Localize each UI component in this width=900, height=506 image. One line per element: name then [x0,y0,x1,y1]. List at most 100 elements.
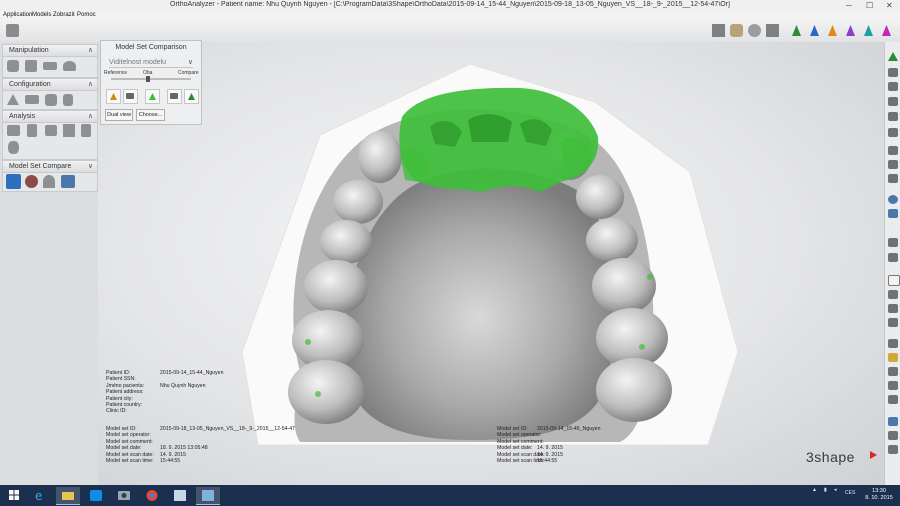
collapse-icon[interactable]: ∧ [88,79,93,90]
view-front-icon[interactable] [888,97,898,106]
model-set-comparison-panel: Model Set Comparison Viditelnost modelu … [100,40,202,125]
model-cone-icon[interactable] [888,52,898,61]
image-viewer-icon[interactable] [168,487,192,504]
lasso-tool-icon[interactable] [888,445,898,454]
transparency-icon[interactable] [888,304,898,313]
section-header[interactable]: Model Set Compare ∨ [3,161,97,173]
layer-active-icon[interactable] [888,353,898,362]
windows-start-icon[interactable] [2,487,26,504]
tool-branch-icon[interactable] [7,94,19,105]
maximize-button[interactable]: ☐ [866,0,873,11]
view-top-icon[interactable] [888,68,898,77]
tool-ruler-icon[interactable] [27,124,37,137]
visibility-slider[interactable] [111,78,191,80]
tool-jaw-icon[interactable] [45,94,57,106]
wireframe-icon[interactable] [888,275,900,286]
blue-cone-icon[interactable] [808,24,821,37]
internet-explorer-icon[interactable]: e [28,487,52,504]
compare-model-button[interactable] [184,89,199,104]
tool-occlusion-icon[interactable] [8,141,19,154]
close-button[interactable]: ✕ [886,0,893,11]
lower-jaw-icon[interactable] [888,253,898,262]
visibility-slider-handle[interactable] [146,76,150,82]
orange-cone-icon[interactable] [826,24,839,37]
section-header[interactable]: Configuration ∧ [3,79,97,91]
compare-arch-icon[interactable] [43,175,55,188]
collapse-icon[interactable]: ∧ [88,45,93,56]
info-row: Model set scan time: 15:44:55 [497,457,558,464]
tool-bird-icon[interactable] [63,61,76,71]
view-bottom-icon[interactable] [888,82,898,91]
camera-app-icon[interactable] [112,487,136,504]
menu-application[interactable]: Application [3,12,32,18]
copy-icon[interactable] [888,367,898,376]
rotate-view-icon[interactable] [748,24,761,37]
tool-arrow-icon[interactable] [43,62,57,70]
section-header[interactable]: Manipulation ∧ [3,45,97,57]
model-visibility-select[interactable]: Viditelnost modelu ∨ [109,58,193,68]
chrome-icon[interactable] [140,487,164,504]
tool-angle-icon[interactable] [45,125,57,136]
reference-camera-button[interactable] [123,89,138,104]
jaw-view-icon[interactable] [730,24,743,37]
select-tool-icon[interactable] [888,417,898,426]
tool-tooth-icon[interactable] [7,60,19,72]
compare-magnet-icon[interactable] [25,175,38,188]
rotate-tool-icon[interactable] [888,174,898,183]
solid-view-icon[interactable] [888,290,898,299]
file-explorer-icon[interactable] [56,487,80,505]
move-tool-icon[interactable] [888,431,898,440]
section-header[interactable]: Analysis ∧ [3,111,97,123]
reference-model-button[interactable] [106,89,121,104]
input-language[interactable]: CES [845,490,855,496]
view-tooth-icon[interactable] [888,128,898,137]
collapse-icon[interactable]: ∧ [88,111,93,122]
export-icon[interactable] [888,381,898,390]
pan-tool-icon[interactable] [888,146,898,155]
occlusion-view-icon[interactable] [888,195,898,204]
section-view-icon[interactable] [766,24,779,37]
upper-jaw-icon[interactable] [888,238,898,247]
tool-base-icon[interactable] [25,95,39,104]
compare-superimpose-icon[interactable] [6,174,21,189]
view-back-icon[interactable] [888,112,898,121]
green-cone-icon[interactable] [790,24,803,37]
zoom-tool-icon[interactable] [888,160,898,169]
teal-cone-icon[interactable] [862,24,875,37]
section-analysis: Analysis ∧ [2,110,98,160]
tool-tooth-config-icon[interactable] [63,94,73,106]
minimize-button[interactable]: ─ [846,0,852,11]
choose-button[interactable]: Choose... [136,109,165,121]
right-toolbar [884,42,900,485]
volume-icon[interactable]: ◂ [834,487,837,493]
purple-cone-icon[interactable] [844,24,857,37]
network-icon[interactable]: ▮ [824,487,827,493]
orthoanalyzer-taskbar-icon[interactable] [196,487,220,505]
split-view-icon[interactable] [888,209,898,218]
tool-chart-icon[interactable] [63,124,75,137]
clock-date: 8. 10. 2015 [865,495,893,501]
tool-grid-icon[interactable] [81,124,91,137]
filter-icon[interactable] [888,395,898,404]
menu-pomoc[interactable]: Pomoc [77,12,96,18]
compare-models-icon[interactable] [61,175,75,188]
collapse-icon[interactable]: ∨ [88,161,93,172]
new-file-icon[interactable] [6,24,19,37]
compare-camera-button[interactable] [167,89,182,104]
both-models-button[interactable] [145,89,160,104]
magenta-cone-icon[interactable] [880,24,893,37]
reference-label: Reference [104,70,128,76]
model-view-icon[interactable] [712,24,725,37]
menu-zobrazit[interactable]: Zobrazit [53,12,75,18]
tray-arrow-icon[interactable]: ▲ [812,487,817,493]
tool-cube-icon[interactable] [25,60,37,72]
teamviewer-icon[interactable] [84,487,108,504]
menu-models[interactable]: Models [32,12,51,18]
layers-icon[interactable] [888,339,898,348]
dual-view-button[interactable]: Dual view [105,109,133,121]
clock-time: 13:30 [872,488,886,494]
windows-taskbar: e ▲ ▮ ◂ CES 13:30 8. 10. 2015 [0,485,900,506]
screenshot-icon[interactable] [888,318,898,327]
tool-measure-icon[interactable] [7,125,20,136]
system-clock[interactable]: 13:30 8. 10. 2015 [862,488,896,502]
